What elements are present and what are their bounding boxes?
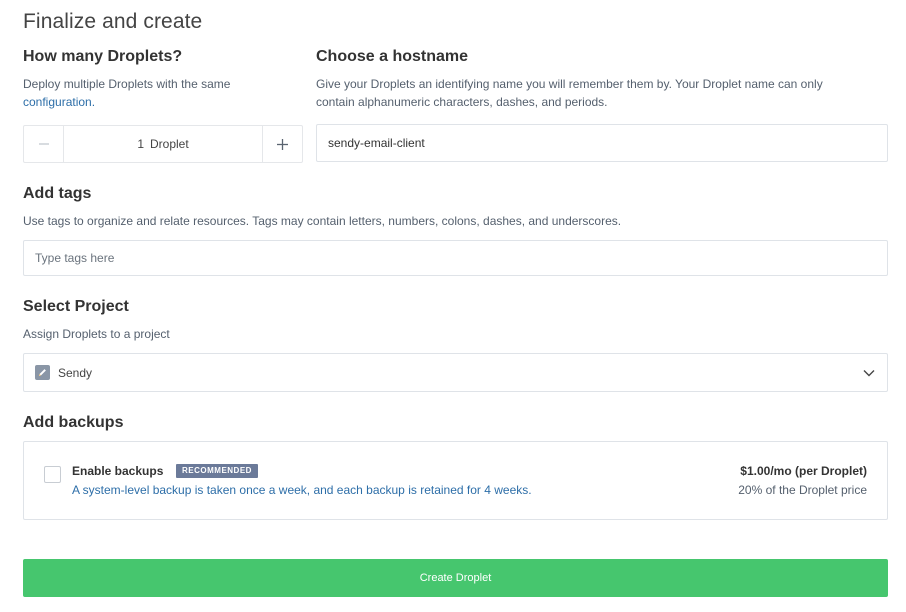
tags-description: Use tags to organize and relate resource… <box>23 214 622 228</box>
finalize-page: Finalize and create How many Droplets? D… <box>0 0 906 612</box>
hostname-heading: Choose a hostname <box>316 48 469 65</box>
project-select[interactable]: Sendy <box>23 353 888 392</box>
pencil-icon <box>35 365 50 380</box>
droplet-count-description-text: Deploy multiple Droplets with the same <box>23 77 231 91</box>
droplet-quantity-display: 1 Droplet <box>64 126 262 162</box>
backups-price-note: 20% of the Droplet price <box>738 483 867 497</box>
page-title: Finalize and create <box>23 10 203 33</box>
droplet-quantity-stepper: 1 Droplet <box>23 125 303 163</box>
create-droplet-button[interactable]: Create Droplet <box>23 559 888 597</box>
recommended-badge: RECOMMENDED <box>176 464 258 478</box>
enable-backups-label: Enable backups <box>72 464 164 478</box>
backups-heading: Add backups <box>23 414 124 431</box>
droplet-quantity-value: 1 <box>137 137 144 151</box>
droplet-quantity-unit: Droplet <box>150 137 189 151</box>
hostname-description-line1: Give your Droplets an identifying name y… <box>316 77 823 91</box>
hostname-description-line2: contain alphanumeric characters, dashes,… <box>316 95 608 109</box>
minus-icon <box>38 143 49 145</box>
project-description: Assign Droplets to a project <box>23 327 170 341</box>
enable-backups-checkbox[interactable] <box>44 466 61 483</box>
hostname-input[interactable]: sendy-email-client <box>316 124 888 162</box>
backups-card: Enable backups RECOMMENDED A system-leve… <box>23 441 888 520</box>
project-selected-value: Sendy <box>58 365 93 380</box>
plus-icon <box>277 138 288 150</box>
increment-button[interactable] <box>262 126 302 162</box>
droplet-count-description: Deploy multiple Droplets with the same c… <box>23 75 293 111</box>
project-heading: Select Project <box>23 298 129 315</box>
tags-input[interactable]: Type tags here <box>23 240 888 276</box>
backups-price: $1.00/mo (per Droplet) <box>740 464 867 478</box>
droplet-count-heading: How many Droplets? <box>23 48 183 65</box>
backups-description: A system-level backup is taken once a we… <box>72 483 532 497</box>
hostname-description: Give your Droplets an identifying name y… <box>316 75 888 111</box>
tags-heading: Add tags <box>23 185 92 202</box>
chevron-down-icon <box>863 369 875 376</box>
decrement-button[interactable] <box>24 126 64 162</box>
configuration-link[interactable]: configuration. <box>23 95 95 109</box>
